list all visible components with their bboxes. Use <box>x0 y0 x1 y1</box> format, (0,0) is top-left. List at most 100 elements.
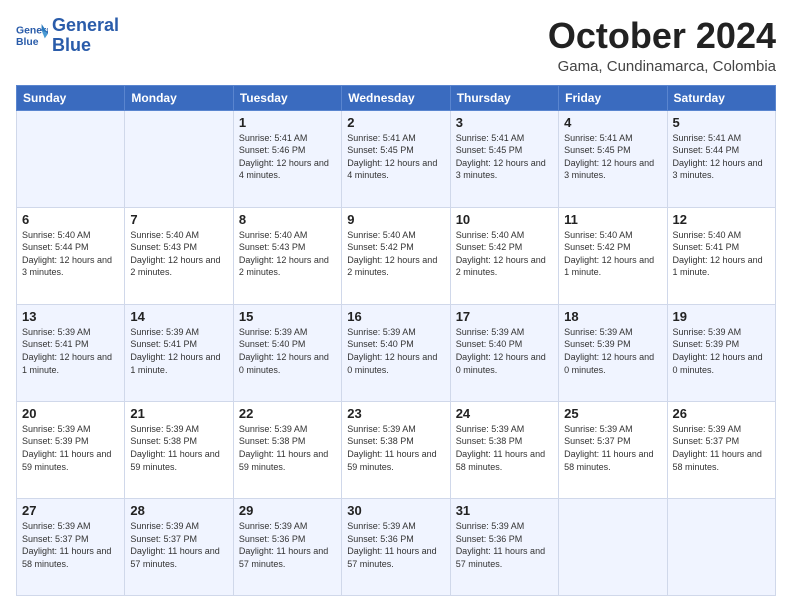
cell-info: Sunrise: 5:40 AM Sunset: 5:43 PM Dayligh… <box>130 229 227 279</box>
cell-info: Sunrise: 5:41 AM Sunset: 5:45 PM Dayligh… <box>564 132 661 182</box>
logo-icon: General Blue <box>16 22 48 50</box>
calendar-cell: 9 Sunrise: 5:40 AM Sunset: 5:42 PM Daylig… <box>342 207 450 304</box>
day-number: 22 <box>239 406 336 421</box>
cell-info: Sunrise: 5:39 AM Sunset: 5:38 PM Dayligh… <box>239 423 336 473</box>
day-number: 1 <box>239 115 336 130</box>
calendar-week-row: 13 Sunrise: 5:39 AM Sunset: 5:41 PM Dayli… <box>17 304 776 401</box>
day-number: 23 <box>347 406 444 421</box>
cell-info: Sunrise: 5:40 AM Sunset: 5:42 PM Dayligh… <box>564 229 661 279</box>
cell-info: Sunrise: 5:39 AM Sunset: 5:37 PM Dayligh… <box>673 423 770 473</box>
calendar-cell: 30Sunrise: 5:39 AM Sunset: 5:36 PM Dayli… <box>342 498 450 595</box>
logo-text-general: General <box>52 16 119 36</box>
calendar-cell: 13 Sunrise: 5:39 AM Sunset: 5:41 PM Dayli… <box>17 304 125 401</box>
cell-info: Sunrise: 5:41 AM Sunset: 5:45 PM Dayligh… <box>347 132 444 182</box>
svg-text:Blue: Blue <box>16 37 39 48</box>
cell-info: Sunrise: 5:41 AM Sunset: 5:44 PM Dayligh… <box>673 132 770 182</box>
calendar-cell: 18 Sunrise: 5:39 AM Sunset: 5:39 PM Dayli… <box>559 304 667 401</box>
weekday-header-sunday: Sunday <box>17 85 125 110</box>
calendar-cell: 6Sunrise: 5:40 AM Sunset: 5:44 PM Daylig… <box>17 207 125 304</box>
day-number: 18 <box>564 309 661 324</box>
calendar-page: General Blue General Blue October 2024 G… <box>0 0 792 612</box>
weekday-row: SundayMondayTuesdayWednesdayThursdayFrid… <box>17 85 776 110</box>
cell-info: Sunrise: 5:39 AM Sunset: 5:41 PM Dayligh… <box>22 326 119 376</box>
day-number: 28 <box>130 503 227 518</box>
calendar-cell: 5Sunrise: 5:41 AM Sunset: 5:44 PM Daylig… <box>667 110 775 207</box>
calendar-cell: 24 Sunrise: 5:39 AM Sunset: 5:38 PM Dayli… <box>450 401 558 498</box>
day-number: 13 <box>22 309 119 324</box>
calendar-cell: 1 Sunrise: 5:41 AM Sunset: 5:46 PM Daylig… <box>233 110 341 207</box>
calendar-cell: 16 Sunrise: 5:39 AM Sunset: 5:40 PM Dayli… <box>342 304 450 401</box>
calendar-cell: 21 Sunrise: 5:39 AM Sunset: 5:38 PM Dayli… <box>125 401 233 498</box>
cell-info: Sunrise: 5:39 AM Sunset: 5:41 PM Dayligh… <box>130 326 227 376</box>
day-number: 10 <box>456 212 553 227</box>
day-number: 31 <box>456 503 553 518</box>
day-number: 4 <box>564 115 661 130</box>
cell-info: Sunrise: 5:40 AM Sunset: 5:42 PM Dayligh… <box>456 229 553 279</box>
day-number: 15 <box>239 309 336 324</box>
calendar-cell: 15 Sunrise: 5:39 AM Sunset: 5:40 PM Dayli… <box>233 304 341 401</box>
calendar-cell: 31 Sunrise: 5:39 AM Sunset: 5:36 PM Dayli… <box>450 498 558 595</box>
cell-info: Sunrise: 5:39 AM Sunset: 5:38 PM Dayligh… <box>347 423 444 473</box>
day-number: 14 <box>130 309 227 324</box>
day-number: 7 <box>130 212 227 227</box>
cell-info: Sunrise: 5:40 AM Sunset: 5:42 PM Dayligh… <box>347 229 444 279</box>
day-number: 16 <box>347 309 444 324</box>
day-number: 3 <box>456 115 553 130</box>
day-number: 20 <box>22 406 119 421</box>
day-number: 12 <box>673 212 770 227</box>
weekday-header-tuesday: Tuesday <box>233 85 341 110</box>
calendar-cell: 2 Sunrise: 5:41 AM Sunset: 5:45 PM Daylig… <box>342 110 450 207</box>
calendar-cell: 3 Sunrise: 5:41 AM Sunset: 5:45 PM Daylig… <box>450 110 558 207</box>
day-number: 2 <box>347 115 444 130</box>
day-number: 25 <box>564 406 661 421</box>
calendar-cell: 19 Sunrise: 5:39 AM Sunset: 5:39 PM Dayli… <box>667 304 775 401</box>
cell-info: Sunrise: 5:39 AM Sunset: 5:37 PM Dayligh… <box>564 423 661 473</box>
day-number: 8 <box>239 212 336 227</box>
day-number: 21 <box>130 406 227 421</box>
calendar-week-row: 1 Sunrise: 5:41 AM Sunset: 5:46 PM Daylig… <box>17 110 776 207</box>
day-number: 29 <box>239 503 336 518</box>
calendar-cell: 23 Sunrise: 5:39 AM Sunset: 5:38 PM Dayli… <box>342 401 450 498</box>
day-number: 19 <box>673 309 770 324</box>
cell-info: Sunrise: 5:39 AM Sunset: 5:38 PM Dayligh… <box>130 423 227 473</box>
month-title: October 2024 <box>548 16 776 56</box>
cell-info: Sunrise: 5:39 AM Sunset: 5:36 PM Dayligh… <box>456 520 553 570</box>
weekday-header-friday: Friday <box>559 85 667 110</box>
day-number: 24 <box>456 406 553 421</box>
cell-info: Sunrise: 5:39 AM Sunset: 5:40 PM Dayligh… <box>456 326 553 376</box>
cell-info: Sunrise: 5:39 AM Sunset: 5:39 PM Dayligh… <box>564 326 661 376</box>
day-number: 9 <box>347 212 444 227</box>
weekday-header-wednesday: Wednesday <box>342 85 450 110</box>
calendar-cell <box>17 110 125 207</box>
calendar-week-row: 6Sunrise: 5:40 AM Sunset: 5:44 PM Daylig… <box>17 207 776 304</box>
day-number: 11 <box>564 212 661 227</box>
weekday-header-monday: Monday <box>125 85 233 110</box>
day-number: 17 <box>456 309 553 324</box>
calendar-cell: 25 Sunrise: 5:39 AM Sunset: 5:37 PM Dayli… <box>559 401 667 498</box>
cell-info: Sunrise: 5:40 AM Sunset: 5:44 PM Dayligh… <box>22 229 119 279</box>
calendar-cell: 4 Sunrise: 5:41 AM Sunset: 5:45 PM Daylig… <box>559 110 667 207</box>
header: General Blue General Blue October 2024 G… <box>16 16 776 75</box>
calendar-table: SundayMondayTuesdayWednesdayThursdayFrid… <box>16 85 776 596</box>
cell-info: Sunrise: 5:39 AM Sunset: 5:39 PM Dayligh… <box>22 423 119 473</box>
calendar-cell: 12 Sunrise: 5:40 AM Sunset: 5:41 PM Dayli… <box>667 207 775 304</box>
cell-info: Sunrise: 5:39 AM Sunset: 5:39 PM Dayligh… <box>673 326 770 376</box>
weekday-header-thursday: Thursday <box>450 85 558 110</box>
cell-info: Sunrise: 5:41 AM Sunset: 5:45 PM Dayligh… <box>456 132 553 182</box>
cell-info: Sunrise: 5:41 AM Sunset: 5:46 PM Dayligh… <box>239 132 336 182</box>
calendar-cell: 29 Sunrise: 5:39 AM Sunset: 5:36 PM Dayli… <box>233 498 341 595</box>
cell-info: Sunrise: 5:39 AM Sunset: 5:40 PM Dayligh… <box>347 326 444 376</box>
cell-info: Sunrise: 5:39 AM Sunset: 5:38 PM Dayligh… <box>456 423 553 473</box>
day-number: 26 <box>673 406 770 421</box>
cell-info: Sunrise: 5:40 AM Sunset: 5:43 PM Dayligh… <box>239 229 336 279</box>
calendar-cell: 26 Sunrise: 5:39 AM Sunset: 5:37 PM Dayli… <box>667 401 775 498</box>
cell-info: Sunrise: 5:39 AM Sunset: 5:37 PM Dayligh… <box>22 520 119 570</box>
cell-info: Sunrise: 5:39 AM Sunset: 5:40 PM Dayligh… <box>239 326 336 376</box>
logo-text-blue: Blue <box>52 36 119 56</box>
calendar-cell <box>559 498 667 595</box>
weekday-header-saturday: Saturday <box>667 85 775 110</box>
calendar-cell <box>125 110 233 207</box>
cell-info: Sunrise: 5:39 AM Sunset: 5:36 PM Dayligh… <box>239 520 336 570</box>
cell-info: Sunrise: 5:40 AM Sunset: 5:41 PM Dayligh… <box>673 229 770 279</box>
day-number: 27 <box>22 503 119 518</box>
